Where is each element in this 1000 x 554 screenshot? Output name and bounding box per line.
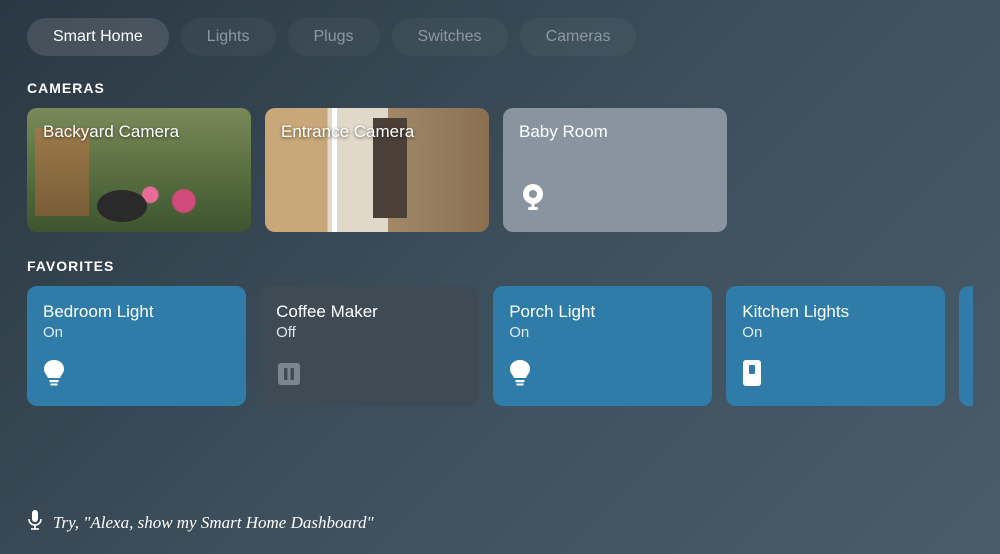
tab-cameras[interactable]: Cameras bbox=[520, 18, 637, 56]
cameras-row: Backyard Camera Entrance Camera Baby Roo… bbox=[0, 108, 1000, 252]
section-title-cameras: CAMERAS bbox=[0, 74, 1000, 108]
favorites-row: Bedroom Light On Coffee Maker Off Porch … bbox=[0, 286, 1000, 426]
favorite-card-porch-light[interactable]: Porch Light On bbox=[493, 286, 712, 406]
favorite-card-bedroom-light[interactable]: Bedroom Light On bbox=[27, 286, 246, 406]
mic-icon bbox=[27, 509, 43, 536]
favorite-card-overflow[interactable] bbox=[959, 286, 973, 406]
favorite-card-kitchen-lights[interactable]: Kitchen Lights On bbox=[726, 286, 945, 406]
bulb-icon bbox=[43, 359, 65, 392]
section-title-favorites: FAVORITES bbox=[0, 252, 1000, 286]
camera-card-baby-room[interactable]: Baby Room bbox=[503, 108, 727, 232]
voice-hint-text: Try, "Alexa, show my Smart Home Dashboar… bbox=[53, 513, 374, 533]
favorite-name: Bedroom Light bbox=[43, 302, 230, 322]
favorite-status: On bbox=[509, 324, 696, 341]
category-tabs: Smart Home Lights Plugs Switches Cameras bbox=[0, 0, 1000, 74]
camera-label: Backyard Camera bbox=[43, 122, 179, 142]
favorite-status: Off bbox=[276, 324, 463, 341]
camera-label: Entrance Camera bbox=[281, 122, 414, 142]
favorite-name: Porch Light bbox=[509, 302, 696, 322]
switch-icon bbox=[742, 359, 762, 392]
camera-card-entrance[interactable]: Entrance Camera bbox=[265, 108, 489, 232]
favorite-card-coffee-maker[interactable]: Coffee Maker Off bbox=[260, 286, 479, 406]
favorite-status: On bbox=[43, 324, 230, 341]
tab-plugs[interactable]: Plugs bbox=[288, 18, 380, 56]
tab-lights[interactable]: Lights bbox=[181, 18, 276, 56]
voice-hint: Try, "Alexa, show my Smart Home Dashboar… bbox=[27, 509, 374, 536]
camera-card-backyard[interactable]: Backyard Camera bbox=[27, 108, 251, 232]
camera-icon bbox=[519, 183, 547, 218]
favorite-status: On bbox=[742, 324, 929, 341]
tab-smart-home[interactable]: Smart Home bbox=[27, 18, 169, 56]
tab-switches[interactable]: Switches bbox=[392, 18, 508, 56]
bulb-icon bbox=[509, 359, 531, 392]
plug-icon bbox=[276, 361, 302, 392]
camera-label: Baby Room bbox=[519, 122, 608, 142]
favorite-name: Coffee Maker bbox=[276, 302, 463, 322]
favorite-name: Kitchen Lights bbox=[742, 302, 929, 322]
